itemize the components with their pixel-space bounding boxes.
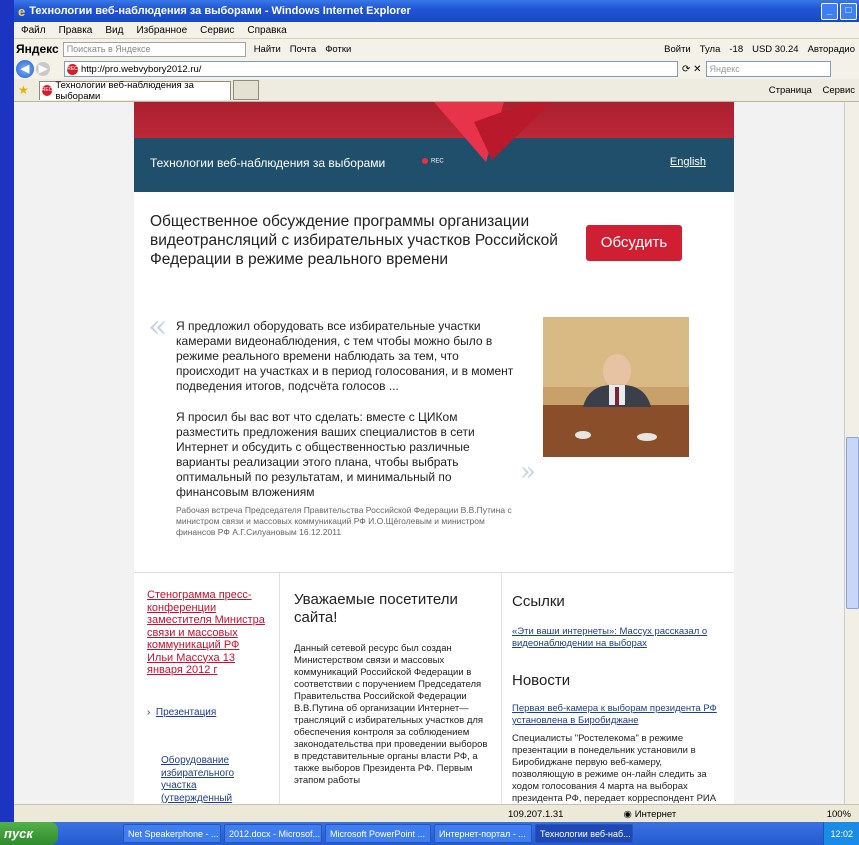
right-column: Ссылки «Эти ваши интернеты»: Массух расс… [512, 593, 724, 804]
presentation-link[interactable]: Презентация [156, 707, 216, 718]
forward-icon[interactable]: ▶ [36, 62, 50, 76]
quote-next-icon[interactable]: » [520, 457, 536, 487]
taskbar: пуск Net Speakerphone - ... 2012.docx - … [0, 822, 859, 845]
ie-search-input[interactable]: Яндекс [705, 61, 831, 77]
photo-image [543, 317, 689, 457]
headline: Общественное обсуждение программы органи… [150, 213, 558, 268]
ie-window: e Технологии веб-наблюдения за выборами … [14, 0, 859, 845]
quote-paragraph-2: Я просил бы вас вот что сделать: вместе … [176, 410, 475, 499]
page-menu[interactable]: Страница [769, 85, 812, 96]
address-bar[interactable]: REC http://pro.webvybory2012.ru/ [64, 61, 678, 77]
tab-label: Технологии веб-наблюдения за выборами [55, 79, 194, 102]
menu-help[interactable]: Справка [247, 25, 286, 36]
column-divider [279, 573, 280, 804]
english-link[interactable]: English [670, 156, 706, 168]
system-tray: 12:02 [823, 822, 859, 845]
status-bar: 109.207.1.31 ◉ Интернет 100% [14, 804, 859, 823]
rec-label: REC [431, 158, 444, 165]
equipment-link[interactable]: Оборудование избирательного участка (утв… [147, 755, 265, 804]
quote-paragraph-1: Я предложил оборудовать все избирательны… [176, 319, 514, 393]
site-header: Технологии веб-наблюдения за выборами RE… [134, 102, 734, 192]
checkmark-logo-icon [434, 102, 552, 162]
back-icon[interactable]: ◀ [16, 60, 34, 78]
quote-source: Рабочая встреча Председателя Правительст… [176, 505, 512, 537]
content-columns: Стенограмма пресс-конференции заместител… [134, 572, 734, 804]
tab-favicon-icon: REC [41, 85, 53, 96]
links-heading: Ссылки [512, 593, 565, 610]
window-title: Технологии веб-наблюдения за выборами - … [29, 5, 411, 17]
refresh-stop-icons[interactable]: ⟳ ✕ [682, 64, 702, 75]
usd-label[interactable]: USD 30.24 [752, 44, 798, 55]
find-button[interactable]: Найти [254, 44, 281, 55]
column-divider [501, 573, 502, 804]
title-bar: e Технологии веб-наблюдения за выборами … [14, 0, 859, 22]
favorites-star-icon[interactable]: ★ [18, 83, 29, 97]
city-label[interactable]: Тула [700, 44, 721, 55]
tools-menu[interactable]: Сервис [822, 85, 855, 96]
transcript-link[interactable]: Стенограмма пресс-конференции заместител… [147, 589, 265, 677]
presentation-item: › Презентация [147, 707, 217, 718]
radio-label[interactable]: Авторадио [808, 44, 855, 55]
news-heading: Новости [512, 672, 571, 689]
menu-tools[interactable]: Сервис [200, 25, 234, 36]
command-bar: Страница Сервис [769, 85, 855, 96]
discuss-button[interactable]: Обсудить [586, 225, 682, 261]
menu-view[interactable]: Вид [105, 25, 123, 36]
menu-favorites[interactable]: Избранное [136, 25, 187, 36]
task-word[interactable]: 2012.docx - Microsof... [224, 824, 322, 843]
toolbars: Яндекс Поискать в Яндексе Найти Почта Фо… [14, 38, 859, 79]
welcome-heading: Уважаемые посетители сайта! [294, 591, 458, 626]
status-ip: 109.207.1.31 [508, 808, 564, 820]
new-tab-button[interactable] [232, 80, 259, 100]
login-link[interactable]: Войти [664, 44, 691, 55]
left-column: Стенограмма пресс-конференции заместител… [147, 589, 265, 804]
tab-row: ★ REC Технологии веб-наблюдения за выбор… [14, 79, 859, 102]
web-page: Технологии веб-наблюдения за выборами RE… [134, 102, 734, 804]
maximize-button[interactable]: □ [840, 2, 857, 20]
rec-dot-icon [422, 158, 428, 164]
task-ie-active[interactable]: Технологии веб-наб... [535, 824, 633, 843]
task-powerpoint[interactable]: Microsoft PowerPoint ... [325, 824, 431, 843]
minimize-button[interactable]: _ [821, 2, 838, 20]
task-portal[interactable]: Интернет-портал - ... [434, 824, 532, 843]
zoom-level[interactable]: 100% [827, 809, 851, 820]
task-speakerphone[interactable]: Net Speakerphone - ... [123, 824, 221, 843]
active-tab[interactable]: REC Технологии веб-наблюдения за выборам… [38, 79, 231, 102]
page-viewport: Технологии веб-наблюдения за выборами RE… [14, 102, 859, 804]
vertical-scrollbar[interactable] [844, 102, 859, 804]
ie-logo-icon: e [18, 3, 26, 19]
yandex-search-input[interactable]: Поискать в Яндексе [62, 41, 246, 57]
clock: 12:02 [830, 828, 853, 839]
news-text: Специалисты "Ростелекома" в режиме презе… [512, 733, 717, 804]
start-label: пуск [4, 826, 33, 841]
welcome-body: Данный сетевой ресурс был создан Министе… [294, 643, 488, 786]
scroll-thumb[interactable] [846, 437, 859, 609]
menu-file[interactable]: Файл [21, 25, 46, 36]
equipment-item: Оборудование избирательного участка (утв… [147, 755, 265, 804]
news-title-link[interactable]: Первая веб-камера к выборам президента Р… [512, 703, 724, 727]
center-column: Уважаемые посетители сайта! Данный сетев… [294, 591, 494, 787]
site-name: Технологии веб-наблюдения за выборами [150, 156, 386, 170]
start-button[interactable]: пуск [0, 822, 58, 845]
quote-prev-icon[interactable]: « [148, 307, 168, 345]
menu-edit[interactable]: Правка [59, 25, 93, 36]
mail-button[interactable]: Почта [290, 44, 316, 55]
photos-button[interactable]: Фотки [325, 44, 351, 55]
article-link[interactable]: «Эти ваши интернеты»: Массух рассказал о… [512, 626, 724, 650]
status-zone: Интернет [634, 808, 677, 820]
yandex-logo[interactable]: Яндекс [16, 42, 59, 56]
url-text: http://pro.webvybory2012.ru/ [81, 63, 202, 75]
weather-label[interactable]: -18 [729, 44, 743, 55]
globe-icon: ◉ [623, 808, 632, 820]
quote-text: Я предложил оборудовать все избирательны… [176, 319, 516, 516]
rec-indicator: REC [422, 158, 444, 165]
rec-favicon-icon: REC [67, 63, 78, 75]
menu-bar: Файл Правка Вид Избранное Сервис Справка [14, 22, 859, 38]
main-block: Общественное обсуждение программы органи… [134, 192, 734, 570]
